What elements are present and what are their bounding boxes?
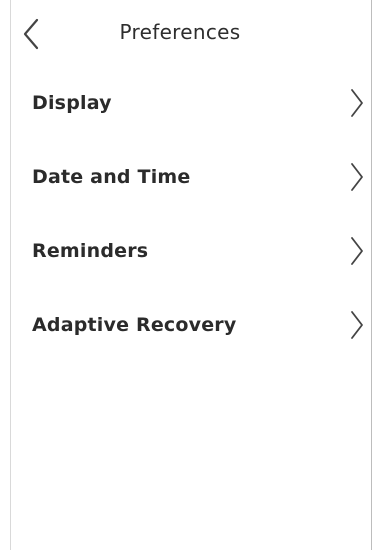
chevron-right-icon [346, 309, 368, 341]
menu-item-label: Reminders [32, 240, 149, 262]
menu-item-display[interactable]: Display [10, 66, 372, 140]
menu-item-reminders[interactable]: Reminders [10, 214, 372, 288]
preferences-screen: Preferences Display Date and Time Remind… [0, 0, 372, 550]
menu-item-label: Adaptive Recovery [32, 314, 237, 336]
chevron-right-icon [346, 235, 368, 267]
menu-item-label: Display [32, 92, 112, 114]
preferences-menu: Display Date and Time Reminders Adaptive… [10, 66, 372, 362]
menu-item-label: Date and Time [32, 166, 191, 188]
menu-item-date-and-time[interactable]: Date and Time [10, 140, 372, 214]
back-button[interactable] [14, 16, 48, 52]
chevron-left-icon [22, 18, 40, 50]
chevron-right-icon [346, 87, 368, 119]
menu-item-adaptive-recovery[interactable]: Adaptive Recovery [10, 288, 372, 362]
header-bar: Preferences [0, 0, 372, 66]
chevron-right-icon [346, 161, 368, 193]
page-title: Preferences [119, 20, 241, 44]
